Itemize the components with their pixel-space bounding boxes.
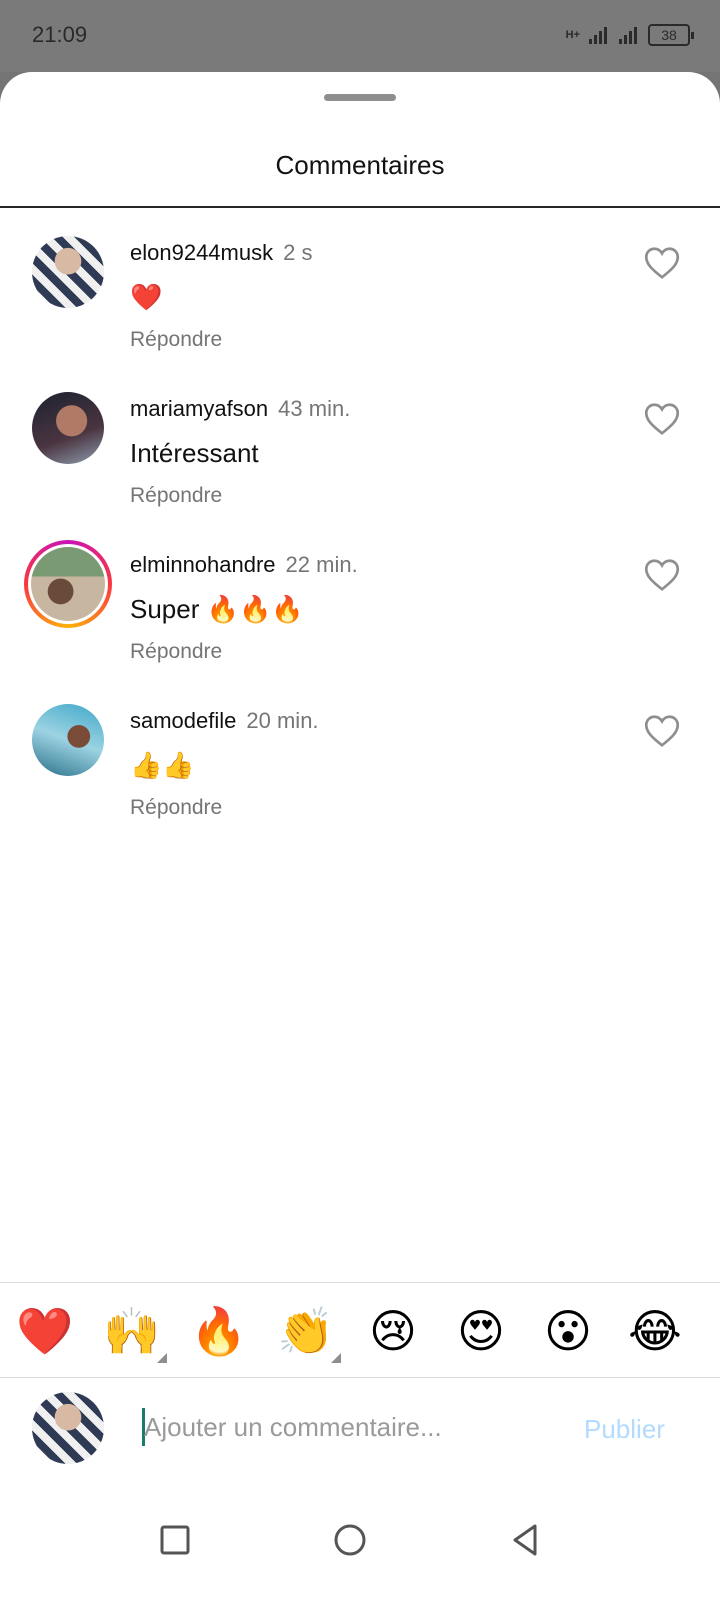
like-heart-icon[interactable] <box>644 714 680 748</box>
home-circle-icon[interactable] <box>330 1520 370 1560</box>
quick-reactions-bar: ❤️ 🙌 🔥 👏 😢 😍 😮 😂 <box>0 1282 720 1378</box>
like-heart-icon[interactable] <box>644 402 680 436</box>
back-triangle-icon[interactable] <box>505 1520 545 1560</box>
comment-item: mariamyafson 43 min. Intéressant Répondre <box>0 380 720 520</box>
like-heart-icon[interactable] <box>644 558 680 592</box>
skin-tone-indicator-icon <box>331 1353 341 1363</box>
reply-button[interactable]: Répondre <box>130 796 222 820</box>
reply-button[interactable]: Répondre <box>130 640 222 664</box>
avatar-story-ring[interactable] <box>24 540 112 628</box>
sheet-title: Commentaires <box>275 150 445 180</box>
reaction-fire[interactable]: 🔥 <box>188 1303 250 1359</box>
comment-meta: mariamyafson 43 min. <box>130 396 350 422</box>
reply-button[interactable]: Répondre <box>130 484 222 508</box>
reaction-raised-hands[interactable]: 🙌 <box>101 1303 167 1363</box>
current-user-avatar <box>32 1392 104 1464</box>
drag-handle[interactable] <box>324 94 396 101</box>
comment-meta: elminnohandre 22 min. <box>130 552 358 578</box>
battery-icon: 38 <box>648 24 694 46</box>
network-type-label: H+ <box>565 29 580 41</box>
comment-username[interactable]: elon9244musk <box>130 240 273 265</box>
comment-item: samodefile 20 min. 👍👍 Répondre <box>0 692 720 832</box>
title-divider <box>0 206 720 208</box>
comment-text: Intéressant <box>130 438 259 468</box>
signal-icon-2 <box>619 27 637 44</box>
status-indicators: H+ 38 <box>565 24 694 46</box>
comment-text: 👍👍 <box>130 750 195 780</box>
reaction-crying[interactable]: 😢 <box>362 1303 424 1359</box>
comment-time: 43 min. <box>278 396 351 421</box>
comment-meta: samodefile 20 min. <box>130 708 319 734</box>
reaction-clap-glyph: 👏 <box>277 1304 335 1358</box>
avatar[interactable] <box>32 236 104 308</box>
avatar[interactable] <box>32 704 104 776</box>
reaction-heart-eyes[interactable]: 😍 <box>450 1303 512 1359</box>
comment-text: ❤️ <box>130 282 163 312</box>
reaction-laughing[interactable]: 😂 <box>624 1303 686 1359</box>
skin-tone-indicator-icon <box>157 1353 167 1363</box>
comment-item: elon9244musk 2 s ❤️ Répondre <box>0 224 720 364</box>
recents-square-icon[interactable] <box>155 1520 195 1560</box>
signal-icon <box>589 27 607 44</box>
comment-username[interactable]: samodefile <box>130 708 236 733</box>
comment-username[interactable]: mariamyafson <box>130 396 268 421</box>
comment-time: 20 min. <box>246 708 319 733</box>
comment-item: elminnohandre 22 min. Super 🔥🔥🔥 Répondre <box>0 536 720 676</box>
comment-meta: elon9244musk 2 s <box>130 240 312 266</box>
reaction-heart[interactable]: ❤️ <box>14 1303 76 1359</box>
reaction-raised-hands-glyph: 🙌 <box>103 1304 161 1358</box>
comment-time: 2 s <box>283 240 313 265</box>
publish-button[interactable]: Publier <box>584 1414 665 1445</box>
status-bar: 21:09 H+ 38 <box>0 0 720 72</box>
like-heart-icon[interactable] <box>644 246 680 280</box>
reaction-surprised[interactable]: 😮 <box>537 1303 599 1359</box>
comment-text: Super 🔥🔥🔥 <box>130 594 304 624</box>
comment-username[interactable]: elminnohandre <box>130 552 276 577</box>
battery-level: 38 <box>661 27 677 43</box>
system-nav-bar <box>0 1484 720 1612</box>
comment-time: 22 min. <box>285 552 358 577</box>
reaction-clap[interactable]: 👏 <box>275 1303 341 1363</box>
comment-composer: Publier <box>0 1378 720 1484</box>
avatar[interactable] <box>32 392 104 464</box>
status-time: 21:09 <box>32 22 88 47</box>
reply-button[interactable]: Répondre <box>130 328 222 352</box>
comment-input[interactable] <box>144 1404 564 1450</box>
